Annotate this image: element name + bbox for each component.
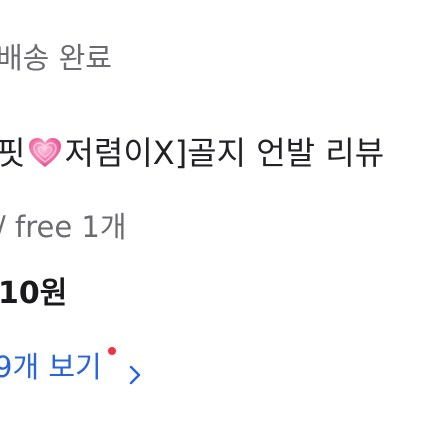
product-option: / free 1개 bbox=[0, 210, 127, 244]
order-card[interactable]: 배송 완료 핏 저렴이X]골지 언발 리뷰 / free 1개 10원 9개 보… bbox=[0, 0, 439, 439]
pink-heart-icon bbox=[27, 135, 63, 171]
product-price: 10원 bbox=[0, 276, 68, 311]
delivery-status: 배송 완료 bbox=[0, 41, 112, 75]
product-title-prefix: 핏 bbox=[0, 134, 26, 172]
new-badge-dot bbox=[107, 347, 116, 355]
view-more-link[interactable]: 9개 보기 bbox=[0, 347, 142, 387]
view-more-label: 9개 보기 bbox=[0, 350, 102, 384]
product-title-suffix: 저렴이X]골지 언발 리뷰 bbox=[64, 134, 385, 172]
chevron-right-icon bbox=[128, 356, 142, 385]
product-title[interactable]: 핏 저렴이X]골지 언발 리뷰 bbox=[0, 131, 439, 175]
